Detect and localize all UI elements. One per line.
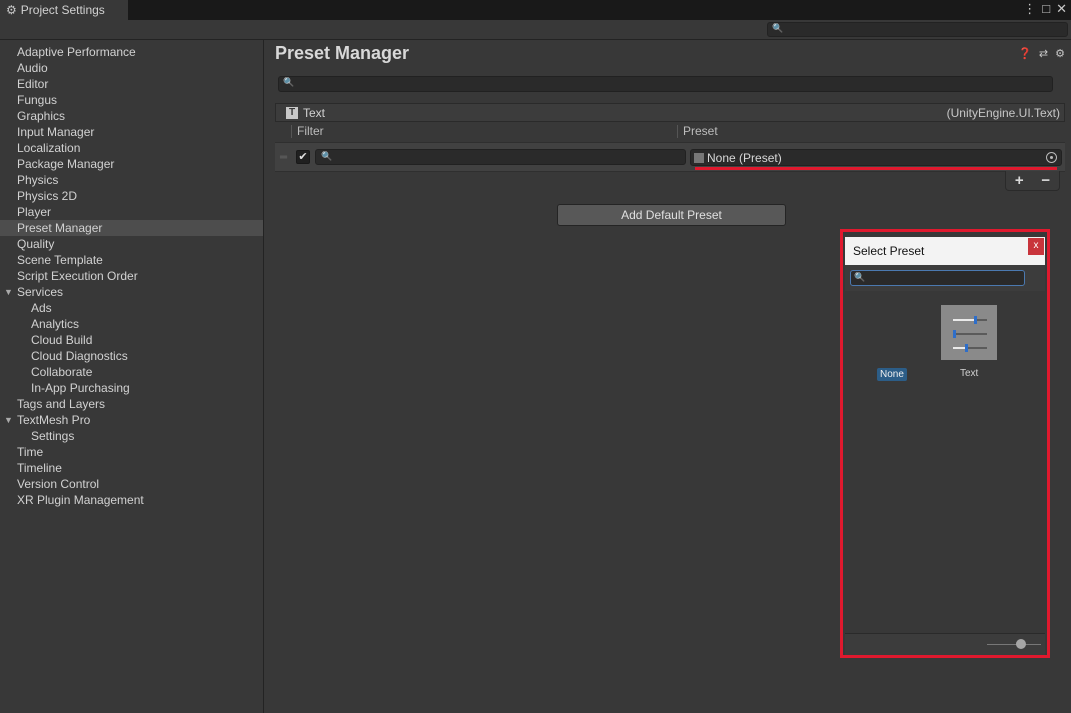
sidebar-item-timeline[interactable]: Timeline: [0, 460, 263, 476]
preset-type-fullname: (UnityEngine.UI.Text): [946, 106, 1060, 120]
sidebar-item-cloud-diagnostics[interactable]: Cloud Diagnostics: [0, 348, 263, 364]
highlight-underline: [695, 167, 1057, 170]
filter-column-header: Filter: [297, 124, 324, 138]
add-item-button[interactable]: +: [1015, 172, 1024, 189]
select-preset-title: Select Preset: [853, 244, 925, 258]
sidebar-item-player[interactable]: Player: [0, 204, 263, 220]
search-icon: 🔍: [321, 151, 333, 161]
sidebar-item-preset-manager[interactable]: Preset Manager: [0, 220, 263, 236]
sidebar-item-audio[interactable]: Audio: [0, 60, 263, 76]
select-preset-window: Select Preset x 🔍 None Text: [840, 229, 1050, 658]
column-separator: [677, 125, 678, 138]
sidebar-item-scene-template[interactable]: Scene Template: [0, 252, 263, 268]
settings-sidebar: Adaptive Performance Audio Editor Fungus…: [0, 40, 264, 713]
text-component-icon: T: [286, 107, 298, 119]
sidebar-item-services[interactable]: ▼ Services: [0, 284, 263, 300]
sidebar-item-analytics[interactable]: Analytics: [0, 316, 263, 332]
sliders-icon[interactable]: ⇄: [1039, 47, 1048, 60]
preset-asset-icon: [694, 153, 704, 163]
filter-input[interactable]: 🔍: [315, 149, 686, 165]
sidebar-item-quality[interactable]: Quality: [0, 236, 263, 252]
preset-item-text[interactable]: Text: [960, 368, 978, 379]
tab-title: Project Settings: [20, 3, 105, 17]
sidebar-item-editor[interactable]: Editor: [0, 76, 263, 92]
settings-search-input[interactable]: 🔍: [767, 22, 1068, 37]
title-icons: ❓ ⇄ ⚙: [1018, 47, 1065, 60]
sidebar-item-physics[interactable]: Physics: [0, 172, 263, 188]
window-controls: ⋮ □ ✕: [1023, 1, 1067, 17]
preset-type-header[interactable]: T Text (UnityEngine.UI.Text): [275, 103, 1065, 122]
sidebar-item-textmesh-pro[interactable]: ▼ TextMesh Pro: [0, 412, 263, 428]
preset-column-header: Preset: [683, 124, 718, 138]
sidebar-item-graphics[interactable]: Graphics: [0, 108, 263, 124]
help-icon[interactable]: ❓: [1018, 47, 1032, 60]
sidebar-item-xr-plugin-management[interactable]: XR Plugin Management: [0, 492, 263, 508]
list-add-remove: + −: [1005, 171, 1060, 191]
zoom-slider-track[interactable]: [987, 644, 1041, 645]
sidebar-item-package-manager[interactable]: Package Manager: [0, 156, 263, 172]
select-preset-searchbar: 🔍: [845, 265, 1045, 291]
tab-project-settings[interactable]: ⚙ Project Settings: [0, 0, 128, 20]
column-separator: [291, 125, 292, 138]
select-preset-footer: [845, 633, 1045, 655]
sidebar-item-time[interactable]: Time: [0, 444, 263, 460]
zoom-slider-knob[interactable]: [1016, 639, 1026, 649]
sidebar-item-adaptive-performance[interactable]: Adaptive Performance: [0, 44, 263, 60]
fold-down-icon[interactable]: ▼: [4, 284, 13, 300]
enabled-checkbox[interactable]: ✔: [296, 150, 310, 164]
add-default-preset-button[interactable]: Add Default Preset: [557, 204, 786, 226]
sidebar-item-cloud-build[interactable]: Cloud Build: [0, 332, 263, 348]
remove-item-button[interactable]: −: [1041, 172, 1050, 189]
more-options-icon[interactable]: ⋮: [1023, 1, 1036, 17]
slider-graphic: [953, 316, 987, 324]
search-icon: 🔍: [854, 272, 866, 282]
sidebar-item-script-execution-order[interactable]: Script Execution Order: [0, 268, 263, 284]
window-titlebar: ⚙ Project Settings ⋮ □ ✕: [0, 0, 1071, 20]
preset-item-none[interactable]: None: [877, 368, 907, 381]
sidebar-item-version-control[interactable]: Version Control: [0, 476, 263, 492]
select-preset-search-input[interactable]: 🔍: [850, 270, 1025, 286]
preset-search-input[interactable]: 🔍: [278, 76, 1053, 92]
search-icon: 🔍: [772, 23, 784, 33]
sidebar-item-localization[interactable]: Localization: [0, 140, 263, 156]
preset-type-name: Text: [303, 106, 326, 120]
drag-handle-icon[interactable]: ═: [280, 152, 287, 163]
sidebar-item-in-app-purchasing[interactable]: In-App Purchasing: [0, 380, 263, 396]
maximize-icon[interactable]: □: [1042, 1, 1050, 17]
sidebar-item-ads[interactable]: Ads: [0, 300, 263, 316]
gear-icon[interactable]: ⚙: [1055, 47, 1065, 60]
preset-object-field[interactable]: None (Preset): [690, 149, 1062, 166]
fold-down-icon[interactable]: ▼: [4, 412, 13, 428]
preset-thumbnail-text[interactable]: [941, 305, 997, 360]
slider-graphic: [953, 344, 987, 352]
sidebar-item-collaborate[interactable]: Collaborate: [0, 364, 263, 380]
sidebar-item-settings[interactable]: Settings: [0, 428, 263, 444]
page-title: Preset Manager: [275, 43, 410, 63]
sidebar-item-physics-2d[interactable]: Physics 2D: [0, 188, 263, 204]
search-icon: 🔍: [283, 77, 295, 87]
close-button[interactable]: x: [1028, 238, 1044, 255]
sidebar-item-label: Services: [17, 285, 64, 299]
sidebar-item-input-manager[interactable]: Input Manager: [0, 124, 263, 140]
preset-grid: None Text: [845, 291, 1045, 633]
sidebar-item-tags-and-layers[interactable]: Tags and Layers: [0, 396, 263, 412]
sidebar-item-label: TextMesh Pro: [17, 413, 91, 427]
preset-type-panel: T Text (UnityEngine.UI.Text) Filter Pres…: [275, 103, 1065, 173]
select-preset-titlebar: Select Preset: [845, 237, 1045, 265]
sidebar-item-fungus[interactable]: Fungus: [0, 92, 263, 108]
object-picker-icon[interactable]: [1046, 152, 1057, 163]
slider-graphic: [953, 330, 987, 338]
gear-icon: ⚙: [6, 3, 17, 17]
preset-field-value: None (Preset): [707, 151, 782, 165]
close-icon[interactable]: ✕: [1056, 1, 1067, 17]
